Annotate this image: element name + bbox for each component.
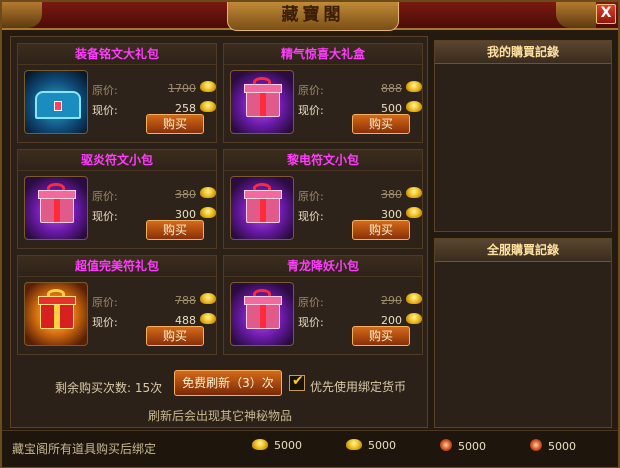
product-name: 黎电符文小包 xyxy=(224,150,422,171)
bind-note: 藏宝阁所有道具购买后绑定 xyxy=(12,442,157,456)
original-price: 290 xyxy=(381,294,402,307)
current-price-row: 现价: 300 xyxy=(298,207,422,224)
gift-box-icon[interactable] xyxy=(230,282,294,346)
buy-button[interactable]: 购买 xyxy=(146,114,204,134)
product-card: 青龙降妖小包 原价: 290 现价: 200 购买 xyxy=(223,255,423,355)
product-name: 驱炎符文小包 xyxy=(18,150,216,171)
original-price: 380 xyxy=(381,188,402,201)
original-price-label: 原价: xyxy=(92,190,118,203)
original-price: 788 xyxy=(175,294,196,307)
title-corner-right xyxy=(556,2,596,28)
buy-button[interactable]: 购买 xyxy=(146,326,204,346)
gold-ingot-icon xyxy=(406,187,422,198)
golden-gift-icon[interactable] xyxy=(24,282,88,346)
coin-icon xyxy=(440,439,452,451)
server-records-panel: 全服購買記錄 xyxy=(434,238,612,428)
current-price-label: 现价: xyxy=(92,316,118,329)
gold-ingot-icon xyxy=(200,293,216,304)
my-records-panel: 我的購買記錄 xyxy=(434,40,612,232)
original-price-label: 原价: xyxy=(298,84,324,97)
product-card: 黎电符文小包 原价: 380 现价: 300 购买 xyxy=(223,149,423,249)
product-card: 装备铭文大礼包 原价: 1700 现价: 258 购买 xyxy=(17,43,217,143)
bound-ingot-icon xyxy=(346,439,362,450)
original-price-label: 原价: xyxy=(298,190,324,203)
current-price-label: 现价: xyxy=(92,104,118,117)
original-price-label: 原价: xyxy=(92,296,118,309)
current-price-row: 现价: 300 xyxy=(92,207,216,224)
currency-amount: 5000 xyxy=(458,440,486,453)
product-name: 青龙降妖小包 xyxy=(224,256,422,277)
original-price-row: 原价: 380 xyxy=(92,187,216,204)
current-price-row: 现价: 500 xyxy=(298,101,422,118)
remaining-purchases: 剩余购买次数: 15次 xyxy=(55,381,163,395)
product-card: 精气惊喜大礼盒 原价: 888 现价: 500 购买 xyxy=(223,43,423,143)
gold-ingot-icon xyxy=(200,81,216,92)
gold-ingot-icon xyxy=(200,207,216,218)
buy-button[interactable]: 购买 xyxy=(352,220,410,240)
bound-currency-label[interactable]: 优先使用绑定货币 xyxy=(310,378,406,395)
gold-ingot-icon xyxy=(200,101,216,112)
original-price: 380 xyxy=(175,188,196,201)
product-name: 装备铭文大礼包 xyxy=(18,44,216,65)
title-corner-left xyxy=(2,2,42,28)
buy-button[interactable]: 购买 xyxy=(352,326,410,346)
title-plate: 藏寶閣 xyxy=(227,2,399,31)
original-price-row: 原价: 888 xyxy=(298,81,422,98)
current-price-label: 现价: xyxy=(298,210,324,223)
treasure-pavilion-window: 藏寶閣 X 装备铭文大礼包 原价: 1700 现价: 258 购买 精气惊喜大礼… xyxy=(0,0,620,468)
gold-ingot-icon xyxy=(252,439,268,450)
original-price-label: 原价: xyxy=(92,84,118,97)
gold-ingot-icon xyxy=(406,313,422,324)
free-refresh-button[interactable]: 免费刷新（3）次 xyxy=(174,370,282,396)
original-price-row: 原价: 380 xyxy=(298,187,422,204)
gold-ingot-icon xyxy=(406,101,422,112)
currency-amount: 5000 xyxy=(368,439,396,452)
current-price-row: 现价: 200 xyxy=(298,313,422,330)
footer-bar: 藏宝阁所有道具购买后绑定 5000 5000 5000 5000 xyxy=(2,430,618,467)
product-name: 超值完美符礼包 xyxy=(18,256,216,277)
checkmark-icon: ✔ xyxy=(292,373,304,389)
currency-amount: 5000 xyxy=(274,439,302,452)
original-price-row: 原价: 788 xyxy=(92,293,216,310)
current-price-label: 现价: xyxy=(92,210,118,223)
current-price-row: 现价: 258 xyxy=(92,101,216,118)
current-price-label: 现价: xyxy=(298,104,324,117)
close-button[interactable]: X xyxy=(596,4,616,24)
gold-ingot-icon xyxy=(406,207,422,218)
original-price: 888 xyxy=(381,82,402,95)
shop-panel: 装备铭文大礼包 原价: 1700 现价: 258 购买 精气惊喜大礼盒 原价: … xyxy=(10,36,428,428)
gift-box-icon[interactable] xyxy=(230,176,294,240)
bound-currency-checkbox[interactable]: ✔ xyxy=(289,373,305,391)
current-price-row: 现价: 488 xyxy=(92,313,216,330)
original-price-label: 原价: xyxy=(298,296,324,309)
gift-box-icon[interactable] xyxy=(230,70,294,134)
my-records-title: 我的購買記錄 xyxy=(435,41,611,64)
treasure-chest-icon[interactable] xyxy=(24,70,88,134)
currency-bound-coin: 5000 xyxy=(530,439,576,453)
currency-coin: 5000 xyxy=(440,439,486,453)
currency-gold: 5000 xyxy=(252,439,302,452)
refresh-note: 刷新后会出现其它神秘物品 xyxy=(147,409,292,423)
server-records-title: 全服購買記錄 xyxy=(435,239,611,262)
product-name: 精气惊喜大礼盒 xyxy=(224,44,422,65)
original-price-row: 原价: 290 xyxy=(298,293,422,310)
buy-button[interactable]: 购买 xyxy=(146,220,204,240)
product-card: 超值完美符礼包 原价: 788 现价: 488 购买 xyxy=(17,255,217,355)
gold-ingot-icon xyxy=(200,313,216,324)
gift-box-icon[interactable] xyxy=(24,176,88,240)
gold-ingot-icon xyxy=(406,293,422,304)
currency-amount: 5000 xyxy=(548,440,576,453)
product-card: 驱炎符文小包 原价: 380 现价: 300 购买 xyxy=(17,149,217,249)
currency-bound-gold: 5000 xyxy=(346,439,396,452)
buy-button[interactable]: 购买 xyxy=(352,114,410,134)
title-bar[interactable]: 藏寶閣 X xyxy=(2,2,618,31)
gold-ingot-icon xyxy=(200,187,216,198)
current-price-label: 现价: xyxy=(298,316,324,329)
gold-ingot-icon xyxy=(406,81,422,92)
original-price-row: 原价: 1700 xyxy=(92,81,216,98)
bound-coin-icon xyxy=(530,439,542,451)
original-price: 1700 xyxy=(168,82,196,95)
window-title: 藏寶閣 xyxy=(281,5,345,25)
